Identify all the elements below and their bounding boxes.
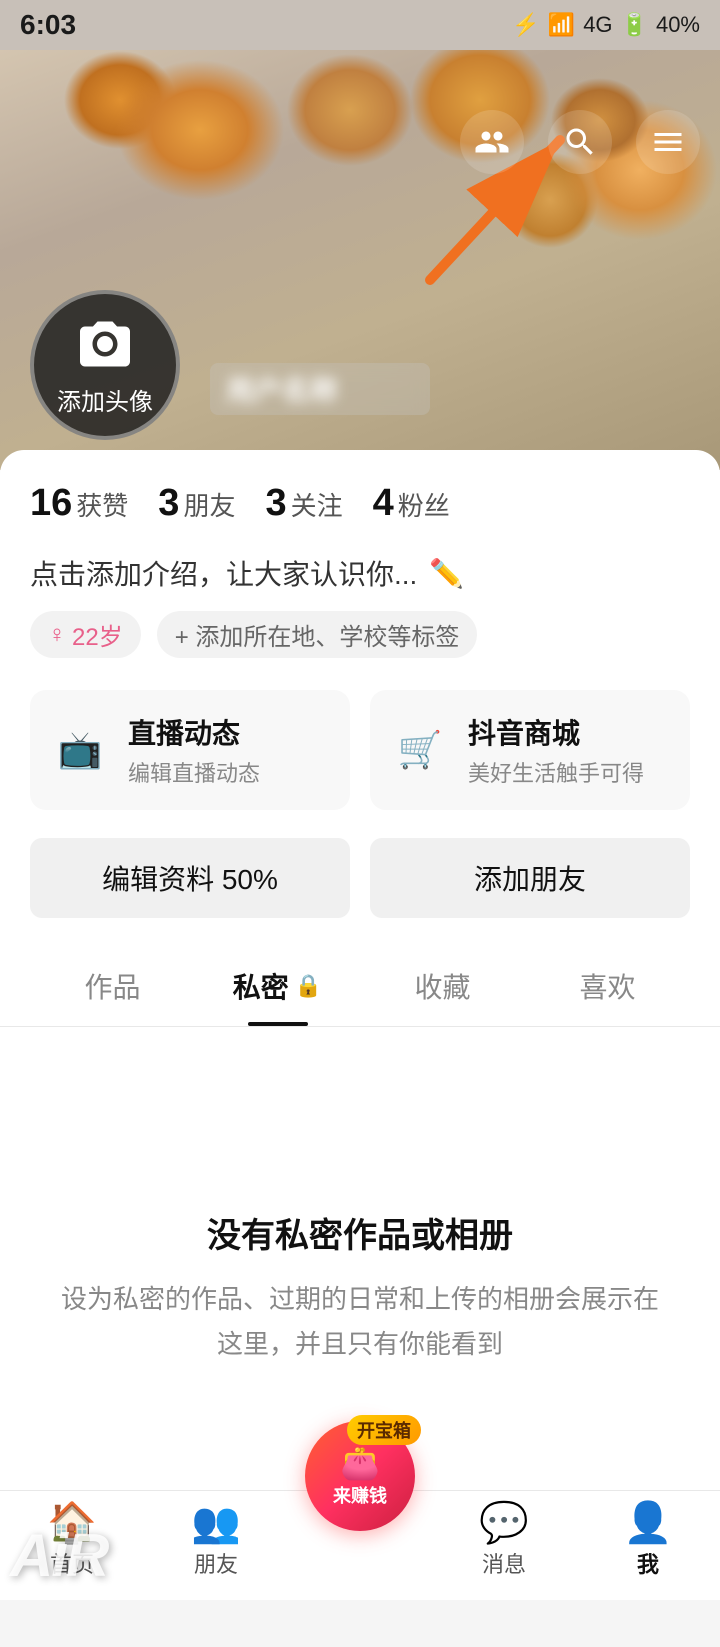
feature-shop[interactable]: 🛒 抖音商城 美好生活触手可得 bbox=[370, 690, 690, 810]
friends-nav-label: 朋友 bbox=[194, 1547, 238, 1579]
tab-favorites-label: 收藏 bbox=[414, 966, 470, 1006]
add-friend-button[interactable]: 添加朋友 bbox=[370, 838, 690, 918]
live-info: 直播动态 编辑直播动态 bbox=[128, 712, 260, 788]
following-count: 3 bbox=[265, 482, 286, 525]
action-buttons: 编辑资料 50% 添加朋友 bbox=[30, 838, 690, 938]
home-label: 首页 bbox=[50, 1547, 94, 1579]
status-time: 6:03 bbox=[20, 9, 76, 41]
tab-works-label: 作品 bbox=[84, 966, 140, 1006]
earn-badge: 开宝箱 bbox=[347, 1415, 421, 1445]
bluetooth-icon: ⚡ bbox=[512, 12, 539, 38]
nav-home[interactable]: 🏠 首页 bbox=[0, 1503, 144, 1579]
username-blurred: 用户名称 bbox=[226, 369, 414, 409]
edit-bio-icon: ✏️ bbox=[429, 557, 464, 590]
wifi-icon: 📶 bbox=[548, 12, 575, 38]
live-sub: 编辑直播动态 bbox=[128, 756, 260, 788]
nav-messages[interactable]: 💬 消息 bbox=[432, 1503, 576, 1579]
tags-row: ♀ 22岁 + 添加所在地、学校等标签 bbox=[30, 611, 690, 658]
nav-friends[interactable]: 👥 朋友 bbox=[144, 1503, 288, 1579]
age-text: 22岁 bbox=[72, 617, 123, 652]
stat-followers[interactable]: 4 粉丝 bbox=[373, 482, 450, 525]
avatar-section: 添加头像 bbox=[30, 290, 180, 440]
search-icon bbox=[562, 124, 598, 160]
status-icons: ⚡ 📶 4G 🔋 40% bbox=[512, 12, 700, 38]
contacts-icon bbox=[474, 124, 510, 160]
followers-label: 粉丝 bbox=[398, 486, 450, 523]
tabs-bar: 作品 私密 🔒 收藏 喜欢 bbox=[0, 938, 720, 1027]
following-label: 关注 bbox=[291, 486, 343, 523]
stat-friends[interactable]: 3 朋友 bbox=[158, 482, 235, 525]
tab-private-label: 私密 bbox=[233, 966, 289, 1006]
friends-label: 朋友 bbox=[183, 486, 235, 523]
profile-nav-label: 我 bbox=[637, 1547, 659, 1579]
nav-profile[interactable]: 👤 我 bbox=[576, 1503, 720, 1579]
tab-private[interactable]: 私密 🔒 bbox=[195, 938, 360, 1026]
live-title: 直播动态 bbox=[128, 712, 260, 752]
live-icon: 📺 bbox=[50, 720, 110, 780]
friends-icon: 👥 bbox=[191, 1503, 241, 1543]
messages-icon: 💬 bbox=[479, 1503, 529, 1543]
tab-works[interactable]: 作品 bbox=[30, 938, 195, 1026]
profile-icon: 👤 bbox=[623, 1503, 673, 1543]
camera-icon bbox=[75, 314, 135, 374]
shop-info: 抖音商城 美好生活触手可得 bbox=[468, 712, 644, 788]
add-tag-button[interactable]: + 添加所在地、学校等标签 bbox=[157, 611, 478, 658]
feature-live[interactable]: 📺 直播动态 编辑直播动态 bbox=[30, 690, 350, 810]
stat-following[interactable]: 3 关注 bbox=[265, 482, 342, 525]
friends-count: 3 bbox=[158, 482, 179, 525]
edit-profile-button[interactable]: 编辑资料 50% bbox=[30, 838, 350, 918]
contacts-button[interactable] bbox=[460, 110, 524, 174]
status-bar: 6:03 ⚡ 📶 4G 🔋 40% bbox=[0, 0, 720, 50]
add-avatar-label: 添加头像 bbox=[57, 382, 153, 417]
battery-level: 40% bbox=[656, 12, 700, 38]
signal-icon: 4G bbox=[583, 12, 612, 38]
home-icon: 🏠 bbox=[47, 1503, 97, 1543]
earn-label: 来赚钱 bbox=[333, 1482, 387, 1508]
tab-favorites[interactable]: 收藏 bbox=[360, 938, 525, 1026]
tab-likes[interactable]: 喜欢 bbox=[525, 938, 690, 1026]
age-tag: ♀ 22岁 bbox=[30, 611, 141, 658]
features-row: 📺 直播动态 编辑直播动态 🛒 抖音商城 美好生活触手可得 bbox=[30, 690, 690, 810]
shop-sub: 美好生活触手可得 bbox=[468, 756, 644, 788]
empty-title: 没有私密作品或相册 bbox=[207, 1208, 513, 1257]
followers-count: 4 bbox=[373, 482, 394, 525]
shop-title: 抖音商城 bbox=[468, 712, 644, 752]
username-area: 用户名称 bbox=[210, 363, 430, 415]
avatar-button[interactable]: 添加头像 bbox=[30, 290, 180, 440]
hero-banner: 添加头像 用户名称 bbox=[0, 50, 720, 470]
stats-row: 16 获赞 3 朋友 3 关注 4 粉丝 bbox=[30, 482, 690, 525]
shop-icon: 🛒 bbox=[390, 720, 450, 780]
search-button[interactable] bbox=[548, 110, 612, 174]
tab-likes-label: 喜欢 bbox=[579, 966, 635, 1006]
empty-desc: 设为私密的作品、过期的日常和上传的相册会展示在这里，并且只有你能看到 bbox=[60, 1277, 660, 1365]
menu-button[interactable] bbox=[636, 110, 700, 174]
likes-label: 获赞 bbox=[76, 486, 128, 523]
likes-count: 16 bbox=[30, 482, 72, 525]
lock-icon: 🔒 bbox=[295, 973, 322, 999]
stat-likes[interactable]: 16 获赞 bbox=[30, 482, 128, 525]
bio-text: 点击添加介绍，让大家认识你... bbox=[30, 553, 417, 593]
gender-icon: ♀ bbox=[48, 621, 66, 649]
banner-actions bbox=[460, 110, 700, 174]
earn-icon: 👛 bbox=[340, 1444, 380, 1482]
messages-label: 消息 bbox=[482, 1547, 526, 1579]
bio-line[interactable]: 点击添加介绍，让大家认识你... ✏️ bbox=[30, 553, 690, 593]
menu-icon bbox=[650, 124, 686, 160]
earn-button[interactable]: 开宝箱 👛 来赚钱 bbox=[305, 1421, 415, 1531]
profile-card: 16 获赞 3 朋友 3 关注 4 粉丝 点击添加介绍，让大家认识你... ✏️… bbox=[0, 450, 720, 938]
battery-icon: 🔋 bbox=[621, 12, 648, 38]
add-tag-label: + 添加所在地、学校等标签 bbox=[175, 617, 460, 652]
bottom-nav: 🏠 首页 👥 朋友 开宝箱 👛 来赚钱 💬 消息 👤 我 bbox=[0, 1490, 720, 1600]
